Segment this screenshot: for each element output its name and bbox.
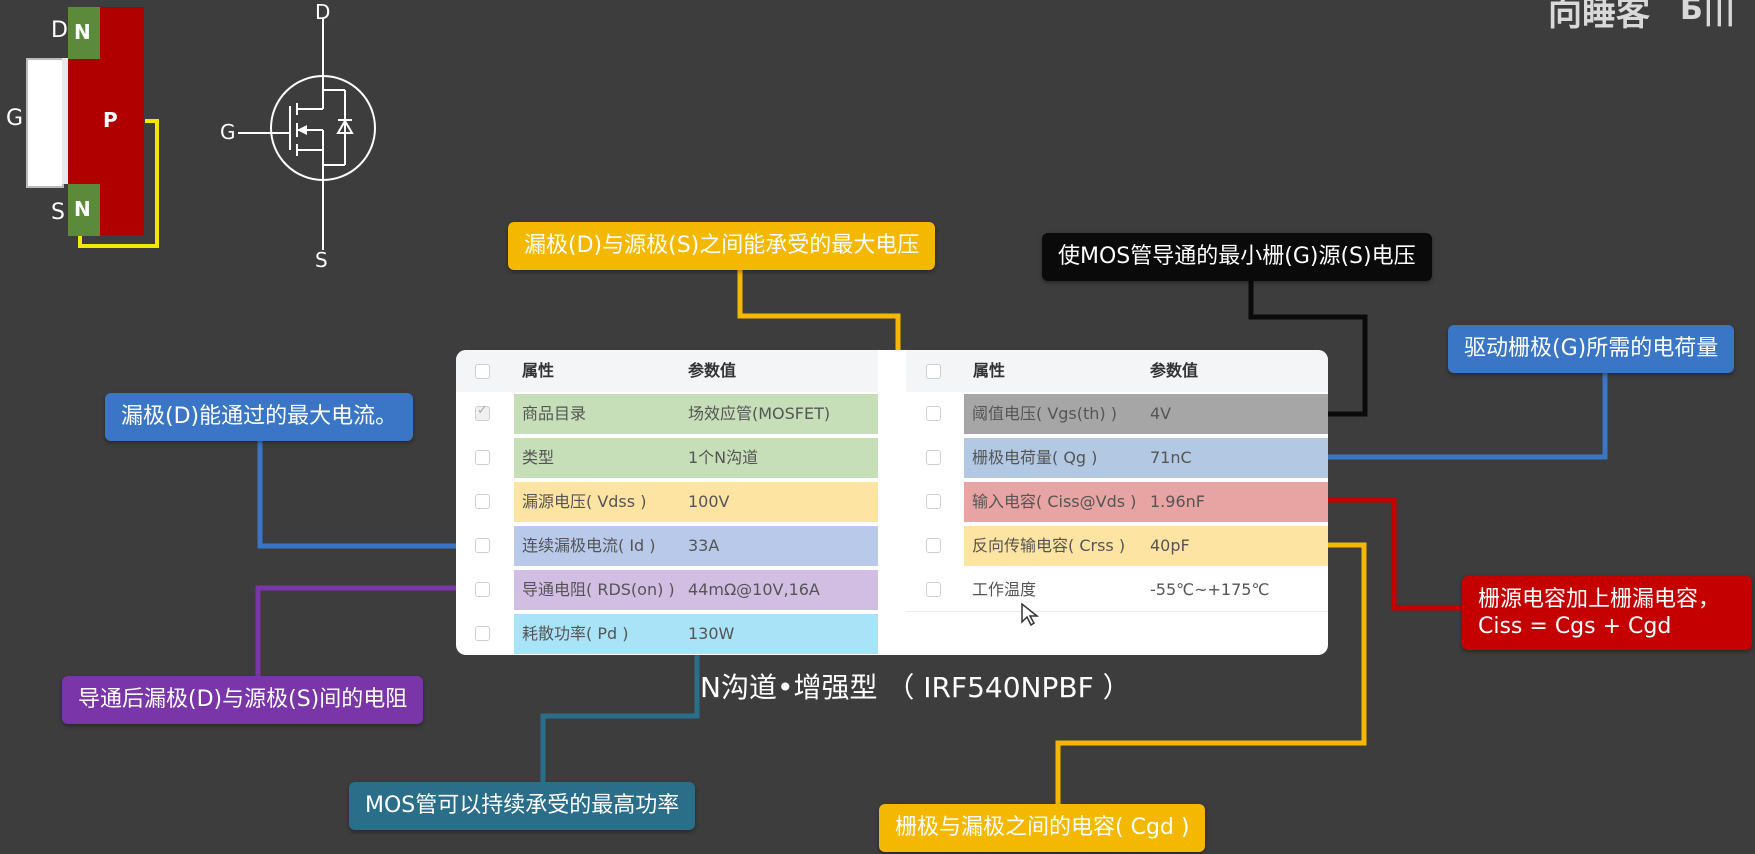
callout-ciss-line2: Ciss = Cgs + Cgd	[1478, 614, 1672, 639]
row-attr: 工作温度	[964, 570, 1144, 610]
row-checkbox[interactable]	[926, 406, 941, 421]
gate-label: G	[6, 106, 24, 131]
callout-pd: MOS管可以持续承受的最高功率	[349, 782, 696, 830]
wire-pd	[540, 653, 700, 784]
row-attr: 连续漏极电流( Id )	[514, 526, 682, 566]
callout-cgd: 栅极与漏极之间的电容( Cgd )	[879, 804, 1206, 852]
right-header-value: 参数值	[1150, 361, 1199, 380]
source-label: S	[51, 200, 65, 225]
row-value: 130W	[680, 614, 878, 654]
mouse-cursor-icon	[1021, 602, 1040, 627]
n-top-label: N	[74, 20, 91, 44]
gate-plate	[26, 58, 64, 188]
row-attr: 阈值电压( Vgs(th) )	[964, 394, 1144, 434]
callout-qg: 驱动栅极(G)所需的电荷量	[1448, 325, 1735, 373]
right-header-attr: 属性	[973, 361, 1006, 380]
wire-ciss	[1328, 497, 1464, 611]
row-attr: 类型	[514, 438, 682, 478]
row-attr: 栅极电荷量( Qg )	[964, 438, 1144, 478]
row-value: 场效应管(MOSFET)	[680, 394, 878, 434]
row-attr: 导通电阻( RDS(on) )	[514, 570, 682, 610]
row-value: 4V	[1142, 394, 1328, 434]
callout-vdss: 漏极(D)与源极(S)之间能承受的最大电压	[508, 222, 936, 270]
wire-qg	[1328, 373, 1608, 460]
row-value: -55℃~+175℃	[1142, 570, 1328, 610]
row-value: 40pF	[1142, 526, 1328, 566]
left-table-header	[456, 350, 878, 392]
row-checkbox[interactable]	[926, 538, 941, 553]
row-attr: 商品目录	[514, 394, 682, 434]
parameter-table: 属性 参数值 属性 参数值 商品目录 场效应管(MOSFET) 类型 1个N沟道…	[456, 350, 1328, 655]
row-value: 1个N沟道	[680, 438, 878, 478]
callout-ciss-line1: 栅源电容加上栅漏电容，	[1478, 587, 1721, 612]
row-checkbox[interactable]	[475, 494, 490, 509]
row-value: 100V	[680, 482, 878, 522]
row-value: 33A	[680, 526, 878, 566]
row-attr: 漏源电压( Vdss )	[514, 482, 682, 522]
n-bottom-label: N	[74, 197, 91, 221]
part-caption: N沟道•增强型 （ IRF540NPBF ）	[700, 671, 1131, 704]
row-checkbox[interactable]	[475, 450, 490, 465]
row-attr: 反向传输电容( Crss )	[964, 526, 1144, 566]
symbol-drain-label: D	[315, 0, 331, 24]
row-attr: 输入电容( Ciss@Vds )	[964, 482, 1144, 522]
row-checkbox[interactable]	[475, 626, 490, 641]
left-header-value: 参数值	[688, 361, 737, 380]
p-label: P	[103, 108, 118, 132]
symbol-gate-label: G	[220, 120, 236, 144]
callout-id: 漏极(D)能通过的最大电流。	[105, 393, 414, 441]
mosfet-symbol-icon	[238, 18, 376, 250]
row-checkbox[interactable]	[926, 494, 941, 509]
row-divider	[906, 611, 1328, 612]
callout-ciss: 栅源电容加上栅漏电容， Ciss = Cgs + Cgd	[1462, 576, 1752, 650]
symbol-source-label: S	[315, 248, 328, 272]
row-value: 1.96nF	[1142, 482, 1328, 522]
drain-label: D	[51, 18, 68, 43]
row-checkbox[interactable]	[475, 582, 490, 597]
callout-vgs: 使MOS管导通的最小栅(G)源(S)电压	[1042, 233, 1432, 281]
row-value: 44mΩ@10V,16A	[680, 570, 878, 610]
left-select-all-checkbox[interactable]	[475, 364, 490, 379]
right-table-header	[906, 350, 1328, 392]
row-checkbox[interactable]	[926, 582, 941, 597]
row-checkbox[interactable]	[475, 403, 490, 421]
right-select-all-checkbox[interactable]	[926, 364, 941, 379]
row-checkbox[interactable]	[475, 538, 490, 553]
row-value: 71nC	[1142, 438, 1328, 478]
callout-rds: 导通后漏极(D)与源极(S)间的电阻	[62, 676, 424, 724]
row-checkbox[interactable]	[926, 450, 941, 465]
left-header-attr: 属性	[522, 361, 555, 380]
row-attr: 耗散功率( Pd )	[514, 614, 682, 654]
